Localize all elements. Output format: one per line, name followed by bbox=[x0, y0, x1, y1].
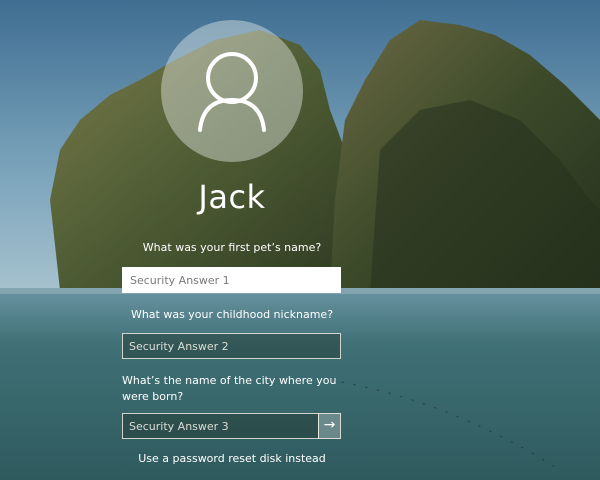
user-name: Jack bbox=[198, 178, 266, 216]
lock-screen: Jack What was your first pet’s name? Wha… bbox=[0, 0, 600, 480]
password-reset-disk-link[interactable]: Use a password reset disk instead bbox=[0, 452, 464, 465]
security-answer-3-input[interactable] bbox=[122, 413, 319, 439]
security-question-3: What’s the name of the city where you we… bbox=[122, 374, 337, 403]
security-answer-1-input[interactable] bbox=[122, 267, 341, 293]
arrow-right-icon: → bbox=[323, 417, 336, 433]
user-icon bbox=[198, 52, 266, 132]
security-question-1: What was your first pet’s name? bbox=[142, 241, 322, 254]
submit-button[interactable]: → bbox=[318, 413, 341, 439]
user-avatar bbox=[161, 20, 303, 162]
security-question-2: What was your childhood nickname? bbox=[130, 308, 334, 321]
security-answer-2-input[interactable] bbox=[122, 333, 341, 359]
